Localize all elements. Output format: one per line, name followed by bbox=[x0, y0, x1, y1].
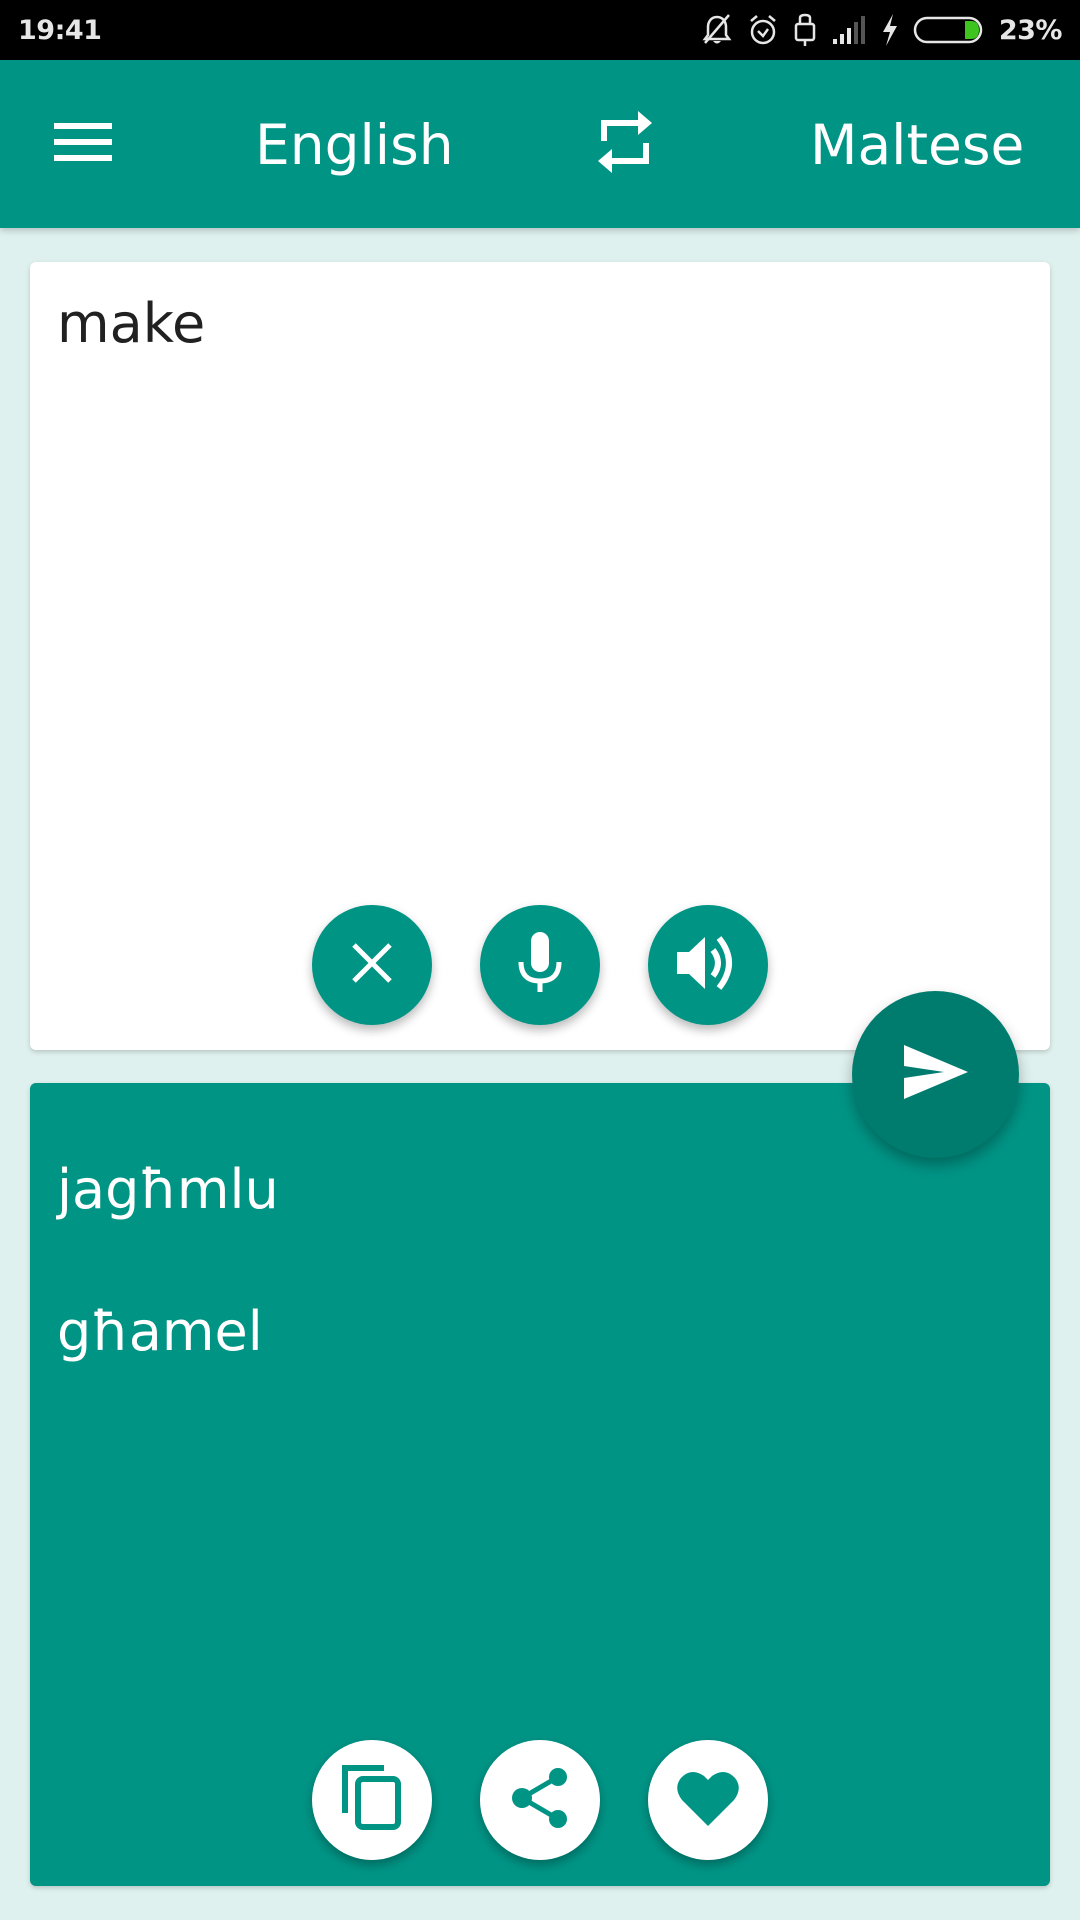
status-icons: 23% bbox=[701, 12, 1063, 48]
clear-button[interactable] bbox=[312, 905, 432, 1025]
microphone-icon bbox=[517, 931, 563, 999]
speaker-icon bbox=[677, 934, 739, 997]
translate-button[interactable] bbox=[852, 991, 1019, 1158]
usb-lock-icon bbox=[793, 12, 817, 48]
translation-result: għamel bbox=[57, 1300, 263, 1363]
output-card: jagħmlu għamel bbox=[30, 1083, 1050, 1886]
signal-icon bbox=[831, 15, 867, 45]
hamburger-menu-icon bbox=[54, 121, 112, 168]
target-language-selector[interactable]: Maltese bbox=[810, 110, 1024, 180]
notifications-off-icon bbox=[701, 13, 733, 47]
menu-button[interactable] bbox=[40, 104, 126, 184]
swap-languages-icon bbox=[596, 110, 654, 178]
source-text-input[interactable]: make bbox=[57, 292, 1017, 355]
alarm-icon bbox=[747, 13, 779, 47]
favorite-button[interactable] bbox=[648, 1740, 768, 1860]
heart-icon bbox=[677, 1770, 739, 1831]
swap-languages-button[interactable] bbox=[585, 104, 665, 184]
source-language-selector[interactable]: English bbox=[255, 110, 454, 180]
input-card: make bbox=[30, 262, 1050, 1050]
copy-icon bbox=[342, 1764, 402, 1836]
status-time: 19:41 bbox=[18, 14, 102, 46]
translation-result: jagħmlu bbox=[57, 1158, 279, 1221]
close-icon bbox=[350, 941, 394, 990]
voice-input-button[interactable] bbox=[480, 905, 600, 1025]
charging-icon bbox=[881, 13, 899, 47]
send-icon bbox=[903, 1045, 968, 1104]
battery-percent: 23% bbox=[998, 14, 1063, 46]
share-icon bbox=[510, 1767, 570, 1834]
copy-button[interactable] bbox=[312, 1740, 432, 1860]
speak-button[interactable] bbox=[648, 905, 768, 1025]
status-bar: 19:41 23% bbox=[0, 0, 1080, 60]
share-button[interactable] bbox=[480, 1740, 600, 1860]
battery-level-fill bbox=[964, 21, 979, 39]
battery-icon bbox=[913, 15, 985, 45]
app-bar: English Maltese bbox=[0, 60, 1080, 228]
